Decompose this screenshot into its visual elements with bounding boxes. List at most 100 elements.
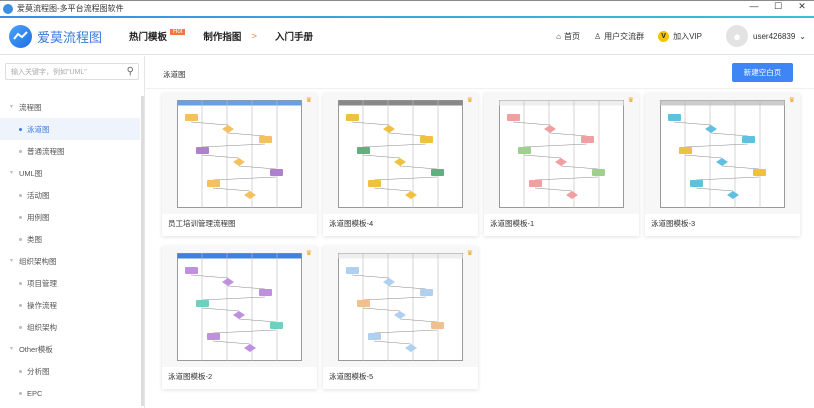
logo-text: 爱莫流程图 — [37, 29, 103, 45]
group-label: 组织架构图 — [18, 256, 57, 266]
thumbnail — [323, 93, 478, 214]
header: 爱莫流程图 热门模板 Hot 制作指图 > 入门手册 ⌂ 首页 ♙ 用户交流群 V 加入V… — [0, 18, 814, 55]
tree-group[interactable]: ▼ 组织架构图 — [0, 250, 140, 272]
caret-down-icon: ▼ — [9, 346, 14, 352]
avatar: ● — [726, 25, 749, 47]
tree-item[interactable]: 分析图 — [0, 360, 140, 382]
bullet-icon — [19, 281, 22, 285]
nav-label: 制作指图 — [203, 32, 242, 43]
group-label: 流程图 — [18, 102, 42, 112]
home-label: 首页 — [563, 31, 580, 41]
template-card[interactable]: ♛ 员工培训管理流程图 — [162, 93, 317, 236]
scrollbar[interactable] — [141, 96, 144, 406]
tree-item[interactable]: 用例图 — [0, 206, 140, 228]
user-menu[interactable]: ● user426839 ⌄ — [716, 25, 806, 47]
thumbnail — [323, 246, 478, 367]
template-card[interactable]: ♛ 泳道图模板-5 — [323, 246, 478, 389]
template-thumbnail — [177, 99, 302, 208]
nav-hot-templates[interactable]: 热门模板 Hot — [129, 29, 186, 43]
template-card[interactable]: ♛ 泳道图模板-3 — [645, 93, 800, 236]
vip-link[interactable]: V 加入VIP — [658, 30, 703, 42]
community-link[interactable]: ♙ 用户交流群 — [594, 31, 644, 42]
bullet-icon — [19, 303, 22, 307]
card-label: 员工培训管理流程图 — [168, 219, 236, 228]
tree-item[interactable]: 活动图 — [0, 184, 140, 206]
new-blank-page-button[interactable]: 新建空白页 — [732, 63, 793, 82]
tree-item[interactable]: 普通流程图 — [0, 140, 140, 162]
window-title: 爱莫流程图-多平台流程图软件 — [17, 4, 124, 13]
item-label: 组织架构 — [27, 322, 57, 332]
search-placeholder: 输入关键字，例如"UML" — [11, 68, 87, 76]
maximize-button[interactable]: ☐ — [766, 1, 790, 12]
qq-icon: ♙ — [593, 31, 602, 41]
nav-label: 热门模板 — [129, 32, 168, 43]
minimize-button[interactable]: — — [742, 1, 766, 12]
home-link[interactable]: ⌂ 首页 — [556, 31, 580, 42]
template-thumbnail — [177, 252, 302, 361]
tree-item[interactable]: 项目管理 — [0, 272, 140, 294]
vip-icon: V — [658, 30, 670, 42]
tree-item[interactable]: 泳道图 — [0, 118, 140, 140]
tree-item[interactable]: 类图 — [0, 228, 140, 250]
template-card[interactable]: ♛ 泳道图模板-2 — [162, 246, 317, 389]
tree-item[interactable]: 组织架构 — [0, 316, 140, 338]
vip-crown-icon: ♛ — [305, 97, 312, 104]
vip-crown-icon: ♛ — [305, 250, 312, 257]
chevron-down-icon: ⌄ — [799, 31, 806, 41]
card-label: 泳道图模板-5 — [329, 372, 374, 381]
main-content: 泳道图 新建空白页 ♛ 员工培训管理流程图 ♛ 泳道图模板-4 ♛ 泳道图模板-1 ♛ 泳道图… — [146, 56, 814, 408]
item-label: 分析图 — [27, 366, 50, 376]
sidebar: 输入关键字，例如"UML" ⚲ ▼ 流程图 泳道图 普通流程图 ▼ UML图 活动图 用例图 类图… — [0, 56, 145, 408]
vip-crown-icon: ♛ — [788, 97, 795, 104]
search-input[interactable]: 输入关键字，例如"UML" ⚲ — [5, 63, 139, 80]
tree-group[interactable]: ▼ UML图 — [0, 162, 140, 184]
item-label: 操作流程 — [27, 300, 57, 310]
nav-make-diagram[interactable]: 制作指图 > — [203, 29, 257, 44]
vip-crown-icon: ♛ — [466, 97, 473, 104]
card-label: 泳道图模板-4 — [329, 219, 374, 228]
title-bar: 爱莫流程图-多平台流程图软件 — ☐ ✕ — [0, 0, 814, 16]
bullet-icon — [19, 369, 22, 373]
tree-item[interactable]: EPC — [0, 382, 140, 404]
template-card[interactable]: ♛ 泳道图模板-4 — [323, 93, 478, 236]
tree-item[interactable]: 操作流程 — [0, 294, 140, 316]
thumbnail — [645, 93, 800, 214]
bullet-icon — [19, 391, 22, 395]
item-label: 类图 — [27, 234, 42, 244]
item-label: 活动图 — [27, 190, 50, 200]
thumbnail — [162, 93, 317, 214]
search-icon[interactable]: ⚲ — [127, 66, 134, 77]
category-tree: ▼ 流程图 泳道图 普通流程图 ▼ UML图 活动图 用例图 类图 ▼ 组织架构图 项目管理 操作流程组… — [0, 96, 140, 404]
caret-down-icon: ▼ — [9, 258, 14, 264]
close-button[interactable]: ✕ — [790, 1, 814, 12]
tree-group[interactable]: ▼ Other模板 — [0, 338, 140, 360]
username: user426839 — [753, 31, 796, 41]
vip-label: 加入VIP — [673, 31, 703, 41]
breadcrumb: 泳道图 — [163, 70, 186, 79]
template-thumbnail — [338, 99, 463, 208]
nav-manual[interactable]: 入门手册 — [275, 29, 313, 43]
vip-crown-icon: ♛ — [627, 97, 634, 104]
app-icon — [3, 3, 13, 14]
template-card[interactable]: ♛ 泳道图模板-1 — [484, 93, 639, 236]
group-label: UML图 — [18, 168, 43, 178]
card-label: 泳道图模板-3 — [651, 219, 696, 228]
card-label: 泳道图模板-2 — [168, 372, 213, 381]
bullet-icon — [19, 127, 22, 131]
item-label: 普通流程图 — [27, 146, 65, 156]
home-icon: ⌂ — [556, 31, 561, 41]
thumbnail — [484, 93, 639, 214]
logo-icon — [9, 24, 32, 48]
template-thumbnail — [499, 99, 624, 208]
item-label: 项目管理 — [27, 278, 57, 288]
logo[interactable]: 爱莫流程图 — [9, 24, 103, 48]
community-label: 用户交流群 — [604, 31, 645, 41]
bullet-icon — [19, 325, 22, 329]
tree-group[interactable]: ▼ 流程图 — [0, 96, 140, 118]
item-label: 用例图 — [27, 212, 50, 222]
divider — [146, 88, 814, 89]
vip-crown-icon: ♛ — [466, 250, 473, 257]
card-label: 泳道图模板-1 — [490, 219, 535, 228]
bullet-icon — [19, 149, 22, 153]
caret-down-icon: ▼ — [9, 104, 14, 110]
